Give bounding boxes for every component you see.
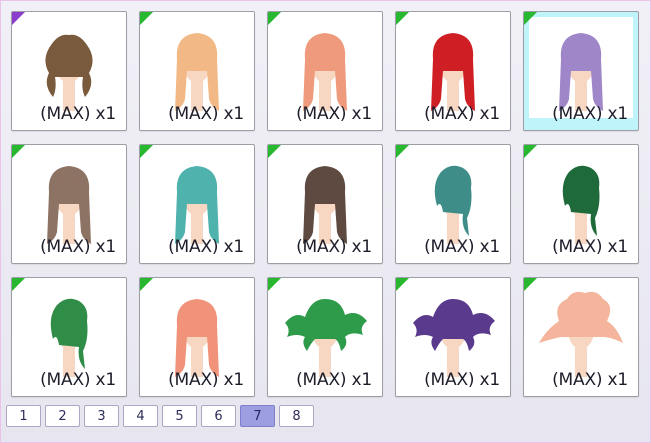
hair-preview-icon <box>559 33 603 111</box>
item-card[interactable]: (MAX) x1 <box>267 277 383 397</box>
hair-preview-icon <box>434 165 472 244</box>
item-quantity-label: (MAX) x1 <box>424 370 500 390</box>
hair-preview-icon <box>303 166 347 244</box>
item-card[interactable]: (MAX) x1 <box>139 277 255 397</box>
hair-preview-icon <box>562 165 600 244</box>
item-card[interactable]: (MAX) x1 <box>11 277 127 397</box>
item-quantity-label: (MAX) x1 <box>40 237 116 257</box>
hair-preview-icon <box>175 299 219 377</box>
page-button-6[interactable]: 6 <box>201 405 236 427</box>
item-quantity-label: (MAX) x1 <box>296 104 372 124</box>
pagination: 12345678 <box>6 405 314 427</box>
item-card[interactable]: (MAX) x1 <box>523 277 639 397</box>
item-quantity-label: (MAX) x1 <box>552 237 628 257</box>
hair-preview-icon <box>50 298 88 377</box>
hair-preview-icon <box>45 34 93 111</box>
hair-preview-icon <box>303 33 347 111</box>
item-quantity-label: (MAX) x1 <box>168 237 244 257</box>
item-card[interactable]: (MAX) x1 <box>267 11 383 131</box>
item-quantity-label: (MAX) x1 <box>552 370 628 390</box>
item-grid: (MAX) x1 (MAX) x1 (MAX) x1 (MAX) x1 (MAX) x1… <box>11 11 639 397</box>
hair-preview-icon <box>413 299 495 377</box>
item-card[interactable]: (MAX) x1 <box>395 144 511 264</box>
item-quantity-label: (MAX) x1 <box>40 370 116 390</box>
item-card[interactable]: (MAX) x1 <box>523 11 639 131</box>
page-button-2[interactable]: 2 <box>45 405 80 427</box>
item-quantity-label: (MAX) x1 <box>424 104 500 124</box>
item-quantity-label: (MAX) x1 <box>552 104 628 124</box>
item-quantity-label: (MAX) x1 <box>296 370 372 390</box>
item-card[interactable]: (MAX) x1 <box>11 11 127 131</box>
item-quantity-label: (MAX) x1 <box>40 104 116 124</box>
app-frame: (MAX) x1 (MAX) x1 (MAX) x1 (MAX) x1 (MAX) x1… <box>0 0 651 443</box>
page-button-5[interactable]: 5 <box>162 405 197 427</box>
hair-preview-icon <box>285 299 367 377</box>
item-card[interactable]: (MAX) x1 <box>11 144 127 264</box>
item-card[interactable]: (MAX) x1 <box>523 144 639 264</box>
item-quantity-label: (MAX) x1 <box>168 370 244 390</box>
page-button-3[interactable]: 3 <box>84 405 119 427</box>
page-button-7[interactable]: 7 <box>240 405 275 427</box>
item-card[interactable]: (MAX) x1 <box>139 144 255 264</box>
item-card[interactable]: (MAX) x1 <box>395 11 511 131</box>
item-card[interactable]: (MAX) x1 <box>267 144 383 264</box>
item-card[interactable]: (MAX) x1 <box>395 277 511 397</box>
page-button-8[interactable]: 8 <box>279 405 314 427</box>
hair-preview-icon <box>47 166 91 244</box>
hair-preview-icon <box>431 33 475 111</box>
item-card[interactable]: (MAX) x1 <box>139 11 255 131</box>
page-button-1[interactable]: 1 <box>6 405 41 427</box>
hair-preview-icon <box>175 33 219 111</box>
page-button-4[interactable]: 4 <box>123 405 158 427</box>
hair-preview-icon <box>175 166 219 244</box>
item-quantity-label: (MAX) x1 <box>168 104 244 124</box>
hair-preview-icon <box>539 291 623 377</box>
item-quantity-label: (MAX) x1 <box>296 237 372 257</box>
item-quantity-label: (MAX) x1 <box>424 237 500 257</box>
